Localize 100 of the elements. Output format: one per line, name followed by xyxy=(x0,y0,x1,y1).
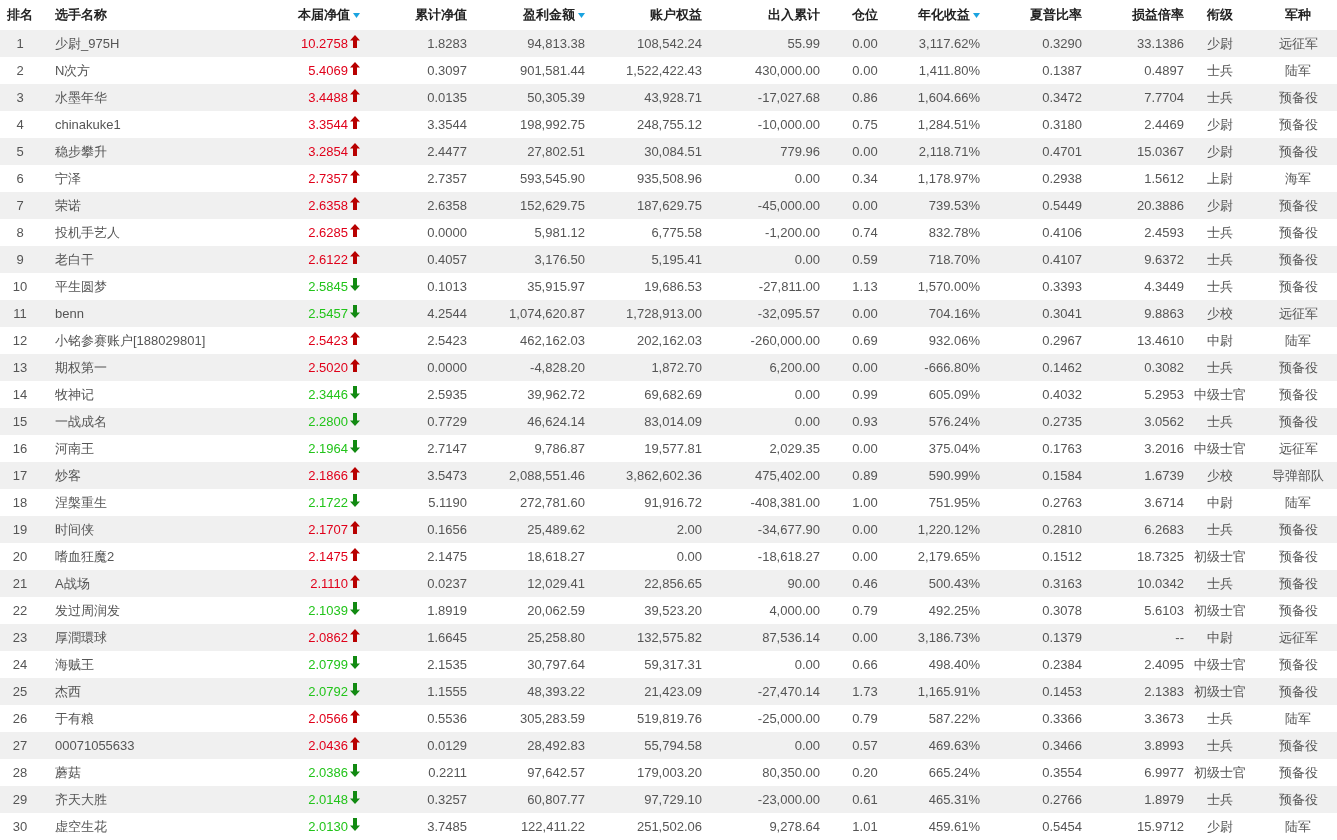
player-name: 杰西 xyxy=(55,682,81,701)
sort-down-icon[interactable] xyxy=(973,12,980,18)
rank-number: 26 xyxy=(12,711,28,726)
table-cell: 0.2766 xyxy=(1042,792,1082,807)
rank-number: 27 xyxy=(12,738,28,753)
table-cell: 2.1383 xyxy=(1144,684,1184,699)
table-cell: 60,807.77 xyxy=(527,792,585,807)
table-cell: 935,508.96 xyxy=(636,171,702,186)
table-cell: 0.89 xyxy=(852,468,878,483)
table-cell: 0.00 xyxy=(852,36,878,51)
table-cell: 0.3290 xyxy=(1042,36,1082,51)
net-value: 2.5423 xyxy=(308,333,348,348)
rank-number: 13 xyxy=(12,360,28,375)
table-cell: 少尉 xyxy=(1207,34,1233,53)
table-cell: 2.5935 xyxy=(427,387,467,402)
table-cell: 0.0129 xyxy=(427,738,467,753)
table-cell: 2.4477 xyxy=(427,144,467,159)
table-cell: 预备役 xyxy=(1278,358,1318,377)
player-name: 宁泽 xyxy=(55,169,81,188)
table-cell: 18.7325 xyxy=(1137,549,1184,564)
table-cell: 519,819.76 xyxy=(636,711,702,726)
column-header[interactable]: 年化收益 xyxy=(918,6,970,24)
table-cell: 0.2384 xyxy=(1042,657,1082,672)
net-value: 2.0386 xyxy=(308,765,348,780)
table-cell: 初级士官 xyxy=(1194,547,1246,566)
table-cell: 2,118.71% xyxy=(918,144,980,159)
player-name: chinakuke1 xyxy=(55,117,121,132)
table-cell: 718.70% xyxy=(928,252,980,267)
table-cell: 0.0237 xyxy=(427,576,467,591)
table-cell: 108,542.24 xyxy=(636,36,702,51)
table-cell: 预备役 xyxy=(1278,790,1318,809)
table-cell: 0.59 xyxy=(852,252,878,267)
table-cell: -1,200.00 xyxy=(765,225,820,240)
table-cell: 492.25% xyxy=(928,603,980,618)
table-cell: 25,489.62 xyxy=(527,522,585,537)
rank-number: 25 xyxy=(12,684,28,699)
rank-number: 15 xyxy=(12,414,28,429)
table-cell: 15.9712 xyxy=(1137,819,1184,834)
table-cell: -408,381.00 xyxy=(750,495,820,510)
table-cell: 90.00 xyxy=(787,576,820,591)
table-cell: 69,682.69 xyxy=(644,387,702,402)
sort-down-icon[interactable] xyxy=(353,12,360,18)
table-cell: 87,536.14 xyxy=(762,630,820,645)
table-cell: 0.2938 xyxy=(1042,171,1082,186)
player-name: 发过周润发 xyxy=(55,601,120,620)
table-cell: 2,088,551.46 xyxy=(509,468,585,483)
table-cell: 1,074,620.87 xyxy=(509,306,585,321)
table-cell: 187,629.75 xyxy=(636,198,702,213)
table-cell: 0.2967 xyxy=(1042,333,1082,348)
table-cell: 预备役 xyxy=(1278,655,1318,674)
table-cell: 33.1386 xyxy=(1137,36,1184,51)
net-value: 2.7357 xyxy=(308,171,348,186)
table-cell: 预备役 xyxy=(1278,277,1318,296)
net-value: 2.2800 xyxy=(308,414,348,429)
table-cell: 5.1190 xyxy=(428,495,467,510)
table-cell: 中级士官 xyxy=(1194,385,1246,404)
table-cell: 30,797.64 xyxy=(527,657,585,672)
table-cell: 1.8919 xyxy=(427,603,467,618)
table-cell: 152,629.75 xyxy=(519,198,585,213)
table-cell: 179,003.20 xyxy=(636,765,702,780)
table-cell: 0.00 xyxy=(852,360,878,375)
table-cell: 初级士官 xyxy=(1194,763,1246,782)
table-cell: 0.20 xyxy=(852,765,878,780)
table-cell: 0.75 xyxy=(852,117,878,132)
table-cell: 预备役 xyxy=(1278,574,1318,593)
table-cell: 248,755.12 xyxy=(636,117,702,132)
table-cell: 91,916.72 xyxy=(644,495,702,510)
net-value: 2.0862 xyxy=(308,630,348,645)
table-cell: 士兵 xyxy=(1207,412,1233,431)
table-cell: 0.00 xyxy=(852,198,878,213)
table-cell: 0.0000 xyxy=(427,225,467,240)
rank-number: 20 xyxy=(12,549,28,564)
table-cell: 3,117.62% xyxy=(918,36,980,51)
table-cell: 0.3257 xyxy=(427,792,467,807)
player-name: 荣诺 xyxy=(55,196,81,215)
table-cell: 55,794.58 xyxy=(644,738,702,753)
table-cell: 0.0000 xyxy=(427,360,467,375)
table-cell: -32,095.57 xyxy=(757,306,820,321)
table-cell: 0.00 xyxy=(794,387,820,402)
table-cell: 0.1379 xyxy=(1042,630,1082,645)
table-cell: 陆军 xyxy=(1285,493,1311,512)
table-cell: 0.3366 xyxy=(1042,711,1082,726)
column-header[interactable]: 盈利金额 xyxy=(523,6,575,24)
rank-number: 28 xyxy=(12,765,28,780)
sort-down-icon[interactable] xyxy=(578,12,585,18)
table-cell: 4.2544 xyxy=(427,306,467,321)
table-cell: 43,928.71 xyxy=(644,90,702,105)
table-cell: 605.09% xyxy=(928,387,980,402)
player-name: 厚潤環球 xyxy=(55,628,107,647)
table-cell: 48,393.22 xyxy=(527,684,585,699)
table-cell: 1.00 xyxy=(852,495,878,510)
table-cell: 27,802.51 xyxy=(527,144,585,159)
column-header[interactable]: 本届净值 xyxy=(298,6,350,24)
table-cell: 上尉 xyxy=(1207,169,1233,188)
table-cell: 陆军 xyxy=(1285,817,1311,836)
table-cell: 1.01 xyxy=(852,819,878,834)
table-cell: 3,176.50 xyxy=(534,252,585,267)
rank-number: 24 xyxy=(12,657,28,672)
table-cell: 士兵 xyxy=(1207,574,1233,593)
table-cell: 375.04% xyxy=(928,441,980,456)
